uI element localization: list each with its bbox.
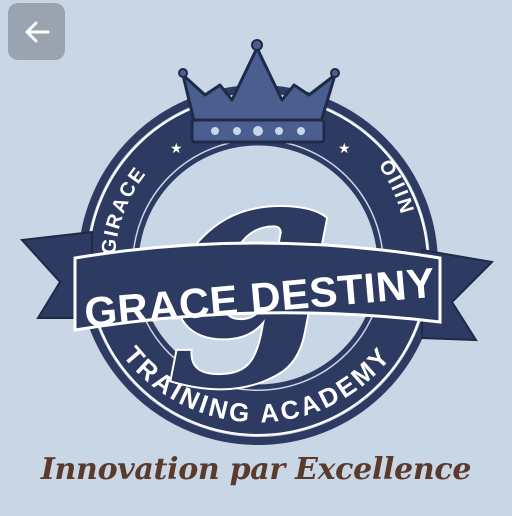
academy-logo: ★ ★ GIRACE OIIIN g GRACE DESTINY TRAININ… [0,0,512,512]
tagline-text: Innovation par Excellence [40,452,472,487]
star-icon: ★ [338,141,351,157]
